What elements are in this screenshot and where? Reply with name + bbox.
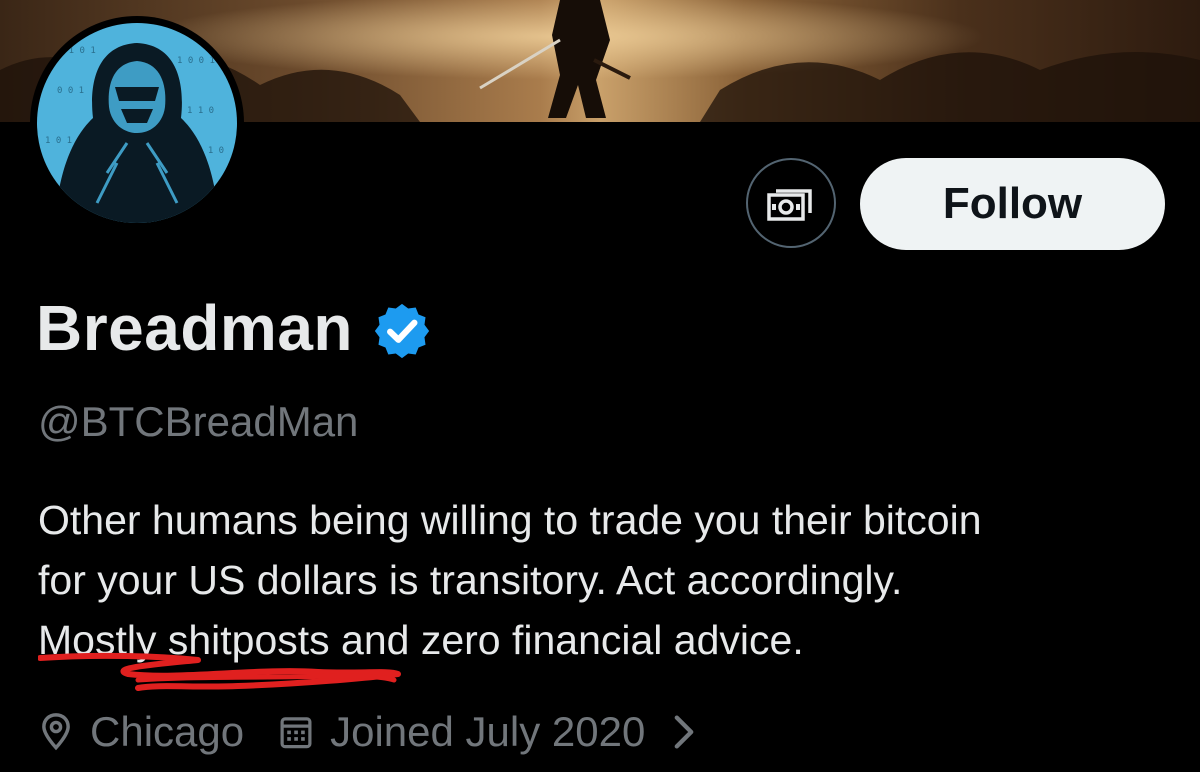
- display-name: Breadman: [36, 292, 353, 364]
- calendar-icon: [280, 717, 312, 749]
- svg-text:1 0 0 1: 1 0 0 1: [177, 56, 215, 66]
- bio-line: for your US dollars is transitory. Act a…: [38, 557, 903, 603]
- profile-bio: Other humans being willing to trade you …: [38, 490, 1178, 670]
- svg-text:0 0 1: 0 0 1: [57, 86, 84, 96]
- location-item: Chicago: [38, 708, 244, 756]
- follow-button[interactable]: Follow: [860, 158, 1165, 250]
- chevron-right-icon[interactable]: [673, 714, 695, 750]
- joined-item: Joined July 2020: [278, 708, 645, 756]
- avatar-image: 0 1 1 0 1 1 0 0 1 1 0 1 0 1 0 1 1 0 0 0 …: [37, 23, 237, 223]
- joined-date-text: Joined July 2020: [330, 708, 646, 755]
- red-scribble-annotation: [38, 652, 401, 691]
- money-icon: [767, 189, 812, 221]
- location-text: Chicago: [90, 708, 245, 755]
- profile-meta: Chicago Joined July 2020: [38, 700, 695, 764]
- svg-text:1 0 1: 1 0 1: [45, 136, 72, 146]
- name-row: Breadman: [36, 288, 433, 368]
- svg-text:1 1 0: 1 1 0: [187, 106, 214, 116]
- bio-line: Other humans being willing to trade you …: [38, 497, 982, 543]
- username-handle: @BTCBreadMan: [38, 398, 359, 445]
- avatar[interactable]: 0 1 1 0 1 1 0 0 1 1 0 1 0 1 0 1 1 0 0 0 …: [30, 16, 244, 230]
- location-pin-icon: [42, 713, 70, 751]
- subscribe-tip-button[interactable]: [746, 158, 836, 248]
- verified-badge-icon[interactable]: [371, 300, 433, 362]
